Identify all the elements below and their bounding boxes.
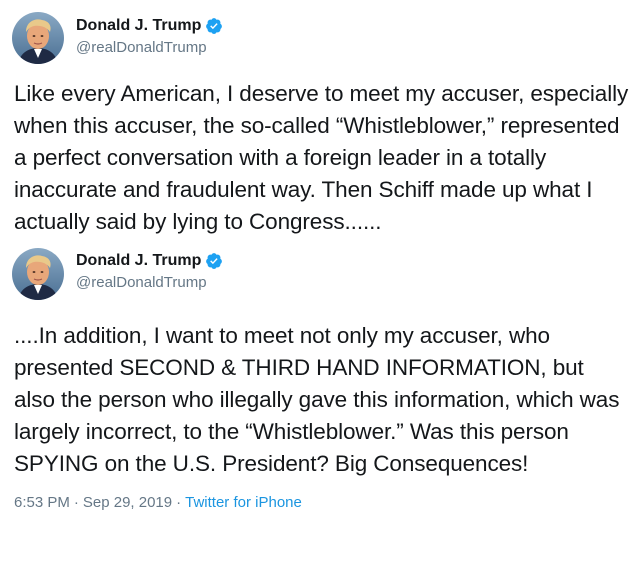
author-names: Donald J. Trump @realDonaldTrump xyxy=(76,250,223,291)
user-handle[interactable]: @realDonaldTrump xyxy=(76,39,223,56)
avatar-image xyxy=(12,248,64,300)
tweet: Donald J. Trump @realDonaldTrump Like ev… xyxy=(12,0,630,238)
meta-separator: · xyxy=(73,494,79,511)
display-name[interactable]: Donald J. Trump xyxy=(76,17,201,35)
user-handle[interactable]: @realDonaldTrump xyxy=(76,274,223,291)
avatar[interactable] xyxy=(12,12,64,64)
tweet-thread: Donald J. Trump @realDonaldTrump Like ev… xyxy=(0,0,640,588)
tweet-meta: 6:53 PM · Sep 29, 2019 · Twitter for iPhone xyxy=(12,494,630,511)
avatar[interactable] xyxy=(12,248,64,300)
name-row: Donald J. Trump xyxy=(76,15,223,37)
tweet-text: ....In addition, I want to meet not only… xyxy=(14,323,620,476)
tweet-date[interactable]: Sep 29, 2019 xyxy=(83,494,172,511)
meta-separator: · xyxy=(176,494,182,511)
verified-badge-icon xyxy=(205,252,223,270)
tweet-header: Donald J. Trump @realDonaldTrump xyxy=(12,0,630,72)
tweet-text: Like every American, I deserve to meet m… xyxy=(14,81,629,234)
tweet-header: Donald J. Trump @realDonaldTrump xyxy=(12,244,630,310)
tweet-time[interactable]: 6:53 PM xyxy=(14,494,70,511)
author-names: Donald J. Trump @realDonaldTrump xyxy=(76,15,223,56)
name-row: Donald J. Trump xyxy=(76,250,223,272)
tweet-source-link[interactable]: Twitter for iPhone xyxy=(185,494,302,511)
verified-badge-icon xyxy=(205,17,223,35)
avatar-image xyxy=(12,12,64,64)
display-name[interactable]: Donald J. Trump xyxy=(76,252,201,270)
tweet: Donald J. Trump @realDonaldTrump ....In … xyxy=(12,244,630,480)
